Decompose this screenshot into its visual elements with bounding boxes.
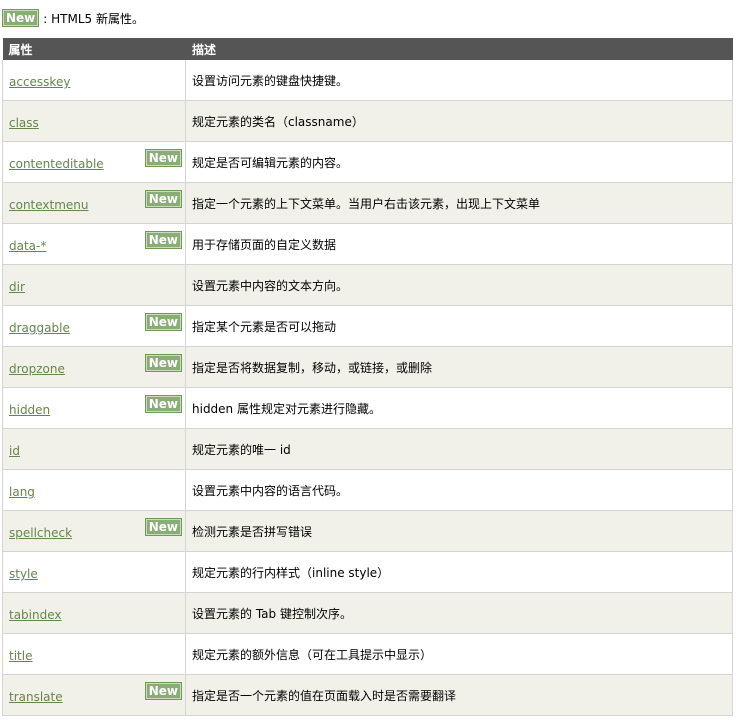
- attribute-cell: draggable New: [2, 305, 186, 347]
- attribute-cell: dropzone New: [2, 346, 186, 388]
- header-description: 描述: [185, 38, 733, 60]
- description-cell: hidden 属性规定对元素进行隐藏。: [185, 387, 733, 429]
- attribute-link[interactable]: dir: [9, 280, 25, 294]
- attribute-link[interactable]: contenteditable: [9, 157, 104, 171]
- attribute-link[interactable]: class: [9, 116, 39, 130]
- table-row: accesskey 设置访问元素的键盘快捷键。: [2, 60, 733, 101]
- description-cell: 指定是否将数据复制，移动，或链接，或删除: [185, 346, 733, 388]
- table-row: id 规定元素的唯一 id: [2, 428, 733, 470]
- table-row: dropzone New 指定是否将数据复制，移动，或链接，或删除: [2, 346, 733, 388]
- table-row: contextmenu New 指定一个元素的上下文菜单。当用户右击该元素，出现上下…: [2, 182, 733, 224]
- attribute-link[interactable]: title: [9, 649, 32, 663]
- attribute-cell: hidden New: [2, 387, 186, 429]
- new-badge: New: [144, 231, 182, 249]
- attribute-link[interactable]: style: [9, 567, 38, 581]
- description-cell: 指定一个元素的上下文菜单。当用户右击该元素，出现上下文菜单: [185, 182, 733, 224]
- table-row: hidden New hidden 属性规定对元素进行隐藏。: [2, 387, 733, 429]
- table-header-row: 属性 描述: [2, 38, 733, 60]
- attribute-link[interactable]: hidden: [9, 403, 50, 417]
- description-cell: 规定是否可编辑元素的内容。: [185, 141, 733, 183]
- attribute-cell: contextmenu New: [2, 182, 186, 224]
- attribute-link[interactable]: tabindex: [9, 608, 62, 622]
- legend-text: : HTML5 新属性。: [43, 11, 144, 26]
- table-row: contenteditable New 规定是否可编辑元素的内容。: [2, 141, 733, 183]
- attribute-link[interactable]: accesskey: [9, 75, 70, 89]
- attribute-cell: contenteditable New: [2, 141, 186, 183]
- attribute-cell: title: [2, 633, 186, 675]
- description-cell: 规定元素的唯一 id: [185, 428, 733, 470]
- attribute-link[interactable]: data-*: [9, 239, 46, 253]
- table-row: class 规定元素的类名（classname）: [2, 100, 733, 142]
- new-badge: New: [144, 149, 182, 167]
- attribute-link[interactable]: spellcheck: [9, 526, 72, 540]
- table-row: tabindex 设置元素的 Tab 键控制次序。: [2, 592, 733, 634]
- description-cell: 设置访问元素的键盘快捷键。: [185, 60, 733, 101]
- attribute-cell: class: [2, 100, 186, 142]
- description-cell: 指定是否一个元素的值在页面载入时是否需要翻译: [185, 674, 733, 716]
- table-row: translate New 指定是否一个元素的值在页面载入时是否需要翻译: [2, 674, 733, 716]
- description-cell: 规定元素的额外信息（可在工具提示中显示）: [185, 633, 733, 675]
- attribute-link[interactable]: id: [9, 444, 20, 458]
- attribute-link[interactable]: dropzone: [9, 362, 65, 376]
- attribute-cell: data-* New: [2, 223, 186, 265]
- new-badge: New: [144, 190, 182, 208]
- description-cell: 设置元素中内容的语言代码。: [185, 469, 733, 511]
- attribute-cell: spellcheck New: [2, 510, 186, 552]
- attribute-cell: dir: [2, 264, 186, 306]
- attribute-cell: lang: [2, 469, 186, 511]
- table-body: accesskey 设置访问元素的键盘快捷键。 class 规定元素的类名（class…: [2, 60, 733, 716]
- header-attribute: 属性: [2, 38, 186, 60]
- table-row: draggable New 指定某个元素是否可以拖动: [2, 305, 733, 347]
- description-cell: 规定元素的类名（classname）: [185, 100, 733, 142]
- attribute-cell: style: [2, 551, 186, 593]
- table-row: spellcheck New 检测元素是否拼写错误: [2, 510, 733, 552]
- new-badge: New: [144, 313, 182, 331]
- description-cell: 设置元素的 Tab 键控制次序。: [185, 592, 733, 634]
- description-cell: 设置元素中内容的文本方向。: [185, 264, 733, 306]
- new-attribute-legend: New : HTML5 新属性。: [2, 7, 144, 29]
- attribute-link[interactable]: translate: [9, 690, 63, 704]
- attribute-link[interactable]: lang: [9, 485, 35, 499]
- attributes-table: 属性 描述 accesskey 设置访问元素的键盘快捷键。 class 规定元素的类名…: [2, 38, 733, 716]
- table-row: lang 设置元素中内容的语言代码。: [2, 469, 733, 511]
- table-row: dir 设置元素中内容的文本方向。: [2, 264, 733, 306]
- attribute-cell: accesskey: [2, 60, 186, 101]
- description-cell: 规定元素的行内样式（inline style）: [185, 551, 733, 593]
- description-cell: 检测元素是否拼写错误: [185, 510, 733, 552]
- new-badge: New: [2, 9, 40, 27]
- attribute-cell: tabindex: [2, 592, 186, 634]
- table-row: title 规定元素的额外信息（可在工具提示中显示）: [2, 633, 733, 675]
- table-row: style 规定元素的行内样式（inline style）: [2, 551, 733, 593]
- new-badge: New: [144, 682, 182, 700]
- attribute-link[interactable]: draggable: [9, 321, 70, 335]
- description-cell: 用于存储页面的自定义数据: [185, 223, 733, 265]
- attribute-link[interactable]: contextmenu: [9, 198, 89, 212]
- new-badge: New: [144, 518, 182, 536]
- attribute-cell: id: [2, 428, 186, 470]
- attribute-cell: translate New: [2, 674, 186, 716]
- table-row: data-* New 用于存储页面的自定义数据: [2, 223, 733, 265]
- new-badge: New: [144, 354, 182, 372]
- new-badge: New: [144, 395, 182, 413]
- description-cell: 指定某个元素是否可以拖动: [185, 305, 733, 347]
